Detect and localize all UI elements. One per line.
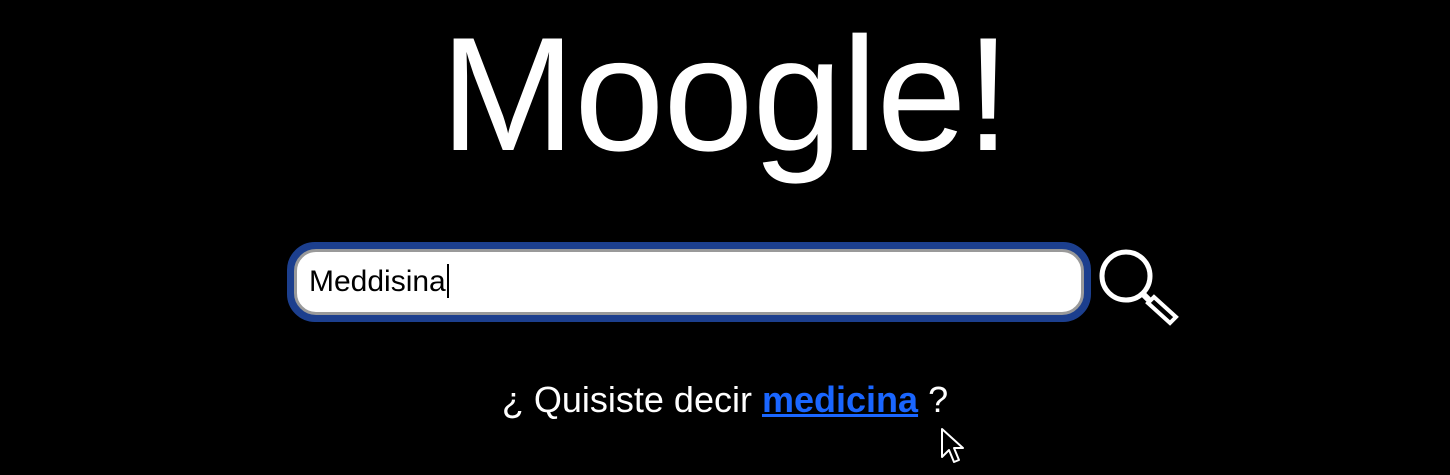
did-you-mean: ¿ Quisiste decir medicina ? — [0, 378, 1450, 422]
magnifier-icon — [1099, 249, 1179, 326]
did-you-mean-suffix: ? — [928, 379, 949, 420]
did-you-mean-prefix: ¿ Quisiste decir — [501, 379, 752, 420]
mouse-pointer-icon — [941, 428, 964, 463]
suggestion-link[interactable]: medicina — [762, 379, 918, 420]
search-input[interactable]: Meddisina — [294, 249, 1084, 315]
logo-title: Moogle! — [440, 4, 1010, 185]
moogle-page: Moogle! Meddisina ¿ Quisiste decir medic… — [0, 0, 1450, 475]
search-button[interactable] — [1096, 246, 1180, 328]
text-caret — [446, 264, 449, 299]
search-input-value: Meddisina — [309, 265, 446, 298]
search-box[interactable]: Meddisina — [287, 242, 1091, 322]
